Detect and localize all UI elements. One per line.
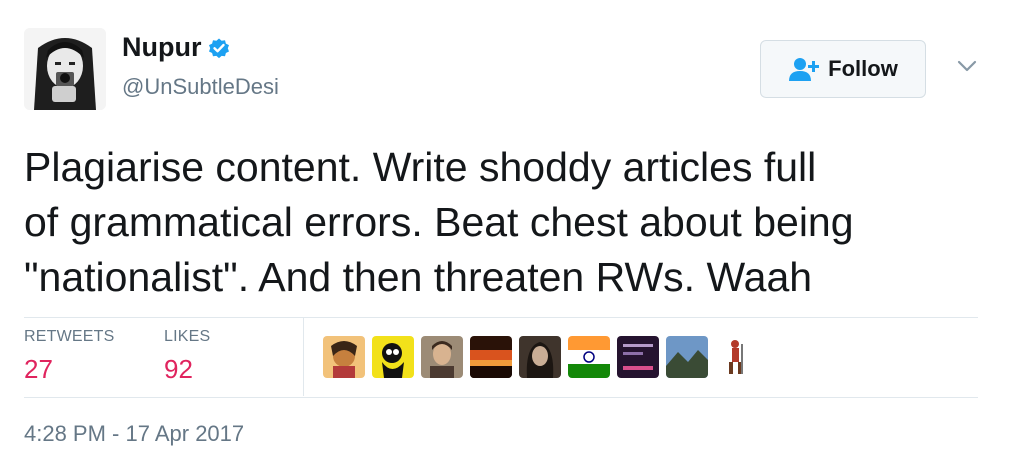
chevron-down-icon[interactable] [955,58,979,74]
tweet-line: "nationalist". And then threaten RWs. Wa… [24,254,813,300]
liker-avatar-6[interactable] [568,336,610,378]
liker-avatar-4[interactable] [470,336,512,378]
likes-stat[interactable]: LIKES 92 [164,328,210,385]
avatar-illustration [24,28,106,110]
liker-avatar-3[interactable] [421,336,463,378]
stats-divider [303,318,304,396]
retweets-count: 27 [24,354,53,384]
user-handle[interactable]: @UnSubtleDesi [122,74,279,100]
liker-avatar-2[interactable] [372,336,414,378]
tweet-timestamp[interactable]: 4:28 PM - 17 Apr 2017 [24,421,244,447]
likes-label: LIKES [164,328,211,345]
divider [24,317,978,318]
liker-avatar-7[interactable] [617,336,659,378]
follow-label: Follow [828,56,898,81]
tweet-line: Plagiarise content. Write shoddy article… [24,144,817,190]
retweets-stat[interactable]: RETWEETS 27 [24,328,115,385]
verified-badge-icon [209,38,230,58]
liker-avatar-8[interactable] [666,336,708,378]
retweets-label: RETWEETS [24,328,115,345]
liker-avatars [323,336,764,378]
liker-avatar-1[interactable] [323,336,365,378]
liker-avatar-9[interactable] [715,336,757,378]
follow-person-plus-icon [789,58,820,81]
tweet-line: of grammatical errors. Beat chest about … [24,199,854,245]
likes-count: 92 [164,354,193,384]
profile-avatar[interactable] [24,28,106,110]
tweet-text: Plagiarise content. Write shoddy article… [24,140,994,305]
divider [24,397,978,398]
follow-button[interactable]: Follow [760,40,926,98]
display-name[interactable]: Nupur [122,32,201,63]
liker-avatar-5[interactable] [519,336,561,378]
